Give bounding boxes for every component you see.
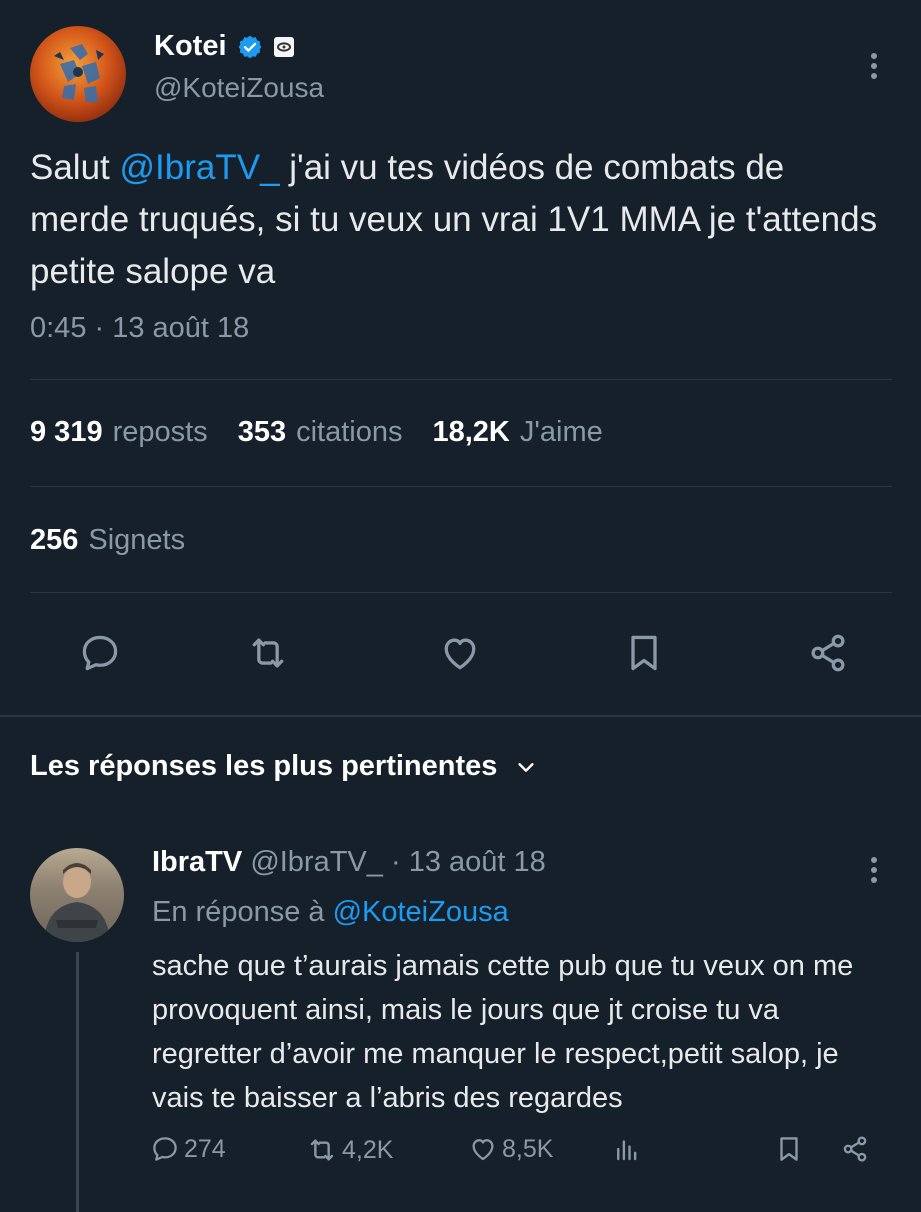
affiliate-badge-icon [273,36,295,58]
like-icon[interactable] [432,625,488,681]
repost-icon[interactable] [240,625,296,681]
reply-date[interactable]: · 13 août 18 [391,846,546,878]
divider [30,379,892,380]
divider [30,486,892,487]
bookmarks-stat[interactable]: 256 Signets [30,524,185,557]
reposts-stat[interactable]: 9 319 reposts [30,416,208,449]
reply-author-name[interactable]: IbraTV [152,846,242,878]
likes-count: 18,2K [432,416,510,448]
more-vertical-icon[interactable] [862,48,886,84]
reply-author-handle[interactable]: @IbraTV_ [250,846,383,878]
section-separator [0,715,921,717]
divider [30,592,892,593]
bookmarks-label: Signets [88,524,186,556]
quotes-label: citations [296,416,403,448]
views-icon[interactable] [612,1134,642,1164]
tweet-text-prefix: Salut [30,148,120,187]
tweet-text: Salut @IbraTV_ j'ai vu tes vidéos de com… [30,142,890,298]
chevron-down-icon [515,756,537,778]
reply-action-bar: 274 4,2K 8,5K [150,1134,890,1178]
repost-icon [306,1134,338,1166]
author-name[interactable]: Kotei [154,30,227,63]
reposts-count: 9 319 [30,416,103,448]
reply-reposts-count: 4,2K [342,1135,394,1164]
reposts-label: reposts [112,416,208,448]
in-reply-to: En réponse à @KoteiZousa [152,896,509,929]
reply-text: sache que t’aurais jamais cette pub que … [152,950,854,1114]
reply-author-avatar[interactable] [30,848,124,942]
replies-sort-dropdown[interactable]: Les réponses les plus pertinentes [30,750,537,783]
replies-sort-label: Les réponses les plus pertinentes [30,750,498,782]
mention-link[interactable]: @IbraTV_ [120,148,280,187]
quotes-stat[interactable]: 353 citations [238,416,403,449]
author-avatar[interactable] [30,26,126,122]
author-name-row[interactable]: Kotei [154,30,295,63]
bookmark-icon[interactable] [774,1134,804,1164]
likes-stat[interactable]: 18,2K J'aime [432,416,602,449]
like-icon [468,1134,498,1164]
reply-like-button[interactable]: 8,5K [468,1134,553,1164]
more-vertical-icon[interactable] [862,852,886,888]
verified-badge-icon [237,34,263,60]
reply-repost-button[interactable]: 4,2K [306,1134,393,1166]
tweet-action-bar [0,625,921,681]
reply-likes-count: 8,5K [502,1134,554,1163]
author-handle[interactable]: @KoteiZousa [154,72,324,104]
quotes-count: 353 [237,416,287,448]
engagement-stats: 9 319 reposts 353 citations 18,2K J'aime [30,416,603,449]
share-icon[interactable] [800,625,856,681]
in-reply-to-label: En réponse à [152,896,325,928]
reply-icon [150,1134,180,1164]
reply-header: IbraTV @IbraTV_ · 13 août 18 [152,846,546,879]
share-icon[interactable] [840,1134,870,1164]
bookmarks-count: 256 [30,524,79,556]
reply-icon[interactable] [72,625,128,681]
reply-reply-button[interactable]: 274 [150,1134,226,1164]
thread-line [76,952,79,1212]
bookmark-icon[interactable] [616,625,672,681]
tweet-timestamp[interactable]: 0:45 · 13 août 18 [30,312,249,345]
likes-label: J'aime [519,416,603,448]
in-reply-to-handle[interactable]: @KoteiZousa [333,896,509,928]
reply-replies-count: 274 [184,1134,226,1163]
